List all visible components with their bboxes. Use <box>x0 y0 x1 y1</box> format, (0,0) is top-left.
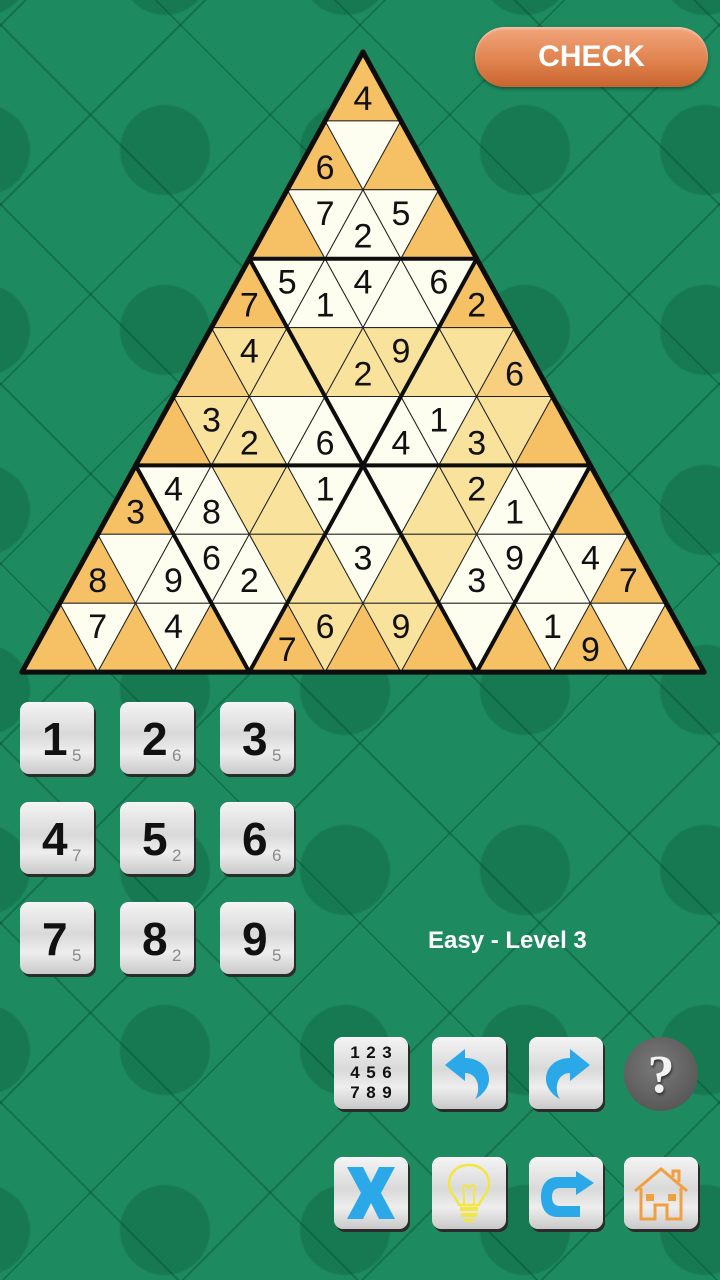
lightbulb-icon <box>447 1163 491 1222</box>
cell-digit: 4 <box>354 80 373 118</box>
number-digit: 3 <box>242 713 268 765</box>
help-button[interactable]: ? <box>624 1037 698 1111</box>
cell-digit: 7 <box>619 562 638 600</box>
cell-digit: 2 <box>240 562 259 600</box>
number-digit: 5 <box>142 813 168 865</box>
cell-digit: 2 <box>354 218 373 256</box>
remaining-count: 5 <box>272 946 282 965</box>
number-button-7[interactable]: 75 <box>20 902 94 974</box>
cell-digit: 2 <box>467 287 486 325</box>
number-button-1[interactable]: 15 <box>20 702 94 774</box>
notes-button[interactable]: 123 456 789 <box>334 1037 408 1109</box>
notes-grid-digit: 5 <box>366 1063 376 1082</box>
cell-digit: 7 <box>278 631 297 669</box>
cell-digit: 1 <box>429 401 448 439</box>
cell-digit: 1 <box>505 493 524 531</box>
notes-grid-digit: 7 <box>350 1083 360 1102</box>
redo-button[interactable] <box>529 1037 603 1109</box>
cell-digit: 1 <box>316 470 335 508</box>
number-button-3[interactable]: 35 <box>220 702 294 774</box>
home-button[interactable] <box>624 1157 698 1229</box>
remaining-count: 7 <box>72 846 82 865</box>
erase-button[interactable] <box>334 1157 408 1229</box>
puzzle-board: 467257514 62429632 6 4133481 218 962339 477 476… <box>19 49 707 675</box>
x-icon <box>347 1167 395 1219</box>
cell-digit: 6 <box>505 356 524 394</box>
undo-arrow-icon <box>445 1049 489 1099</box>
cell-digit: 3 <box>202 401 221 439</box>
cell-digit: 1 <box>543 608 562 646</box>
cell-digit: 4 <box>164 470 183 508</box>
remaining-count: 6 <box>272 846 282 865</box>
cell-digit: 6 <box>316 608 335 646</box>
number-digit: 1 <box>42 713 68 765</box>
cell-digit: 4 <box>240 333 259 371</box>
cell-digit: 4 <box>164 608 183 646</box>
number-digit: 8 <box>142 913 168 965</box>
cell-digit: 2 <box>467 470 486 508</box>
question-mark-icon: ? <box>647 1044 675 1104</box>
cell-digit: 4 <box>581 539 600 577</box>
cell-digit: 3 <box>354 539 373 577</box>
remaining-count: 5 <box>72 746 82 765</box>
home-icon <box>634 1167 688 1221</box>
cell-digit: 6 <box>429 264 448 302</box>
number-digit: 2 <box>142 713 168 765</box>
cell-digit: 5 <box>278 264 297 302</box>
cell-digit: 5 <box>391 195 410 233</box>
level-label: Easy - Level 3 <box>428 927 587 954</box>
remaining-count: 2 <box>172 946 182 965</box>
notes-grid-digit: 2 <box>366 1043 376 1062</box>
notes-grid-digit: 6 <box>382 1063 392 1082</box>
cell-digit: 8 <box>88 562 107 600</box>
remaining-count: 6 <box>172 746 182 765</box>
notes-grid-digit: 3 <box>382 1043 392 1062</box>
notes-grid-digit: 9 <box>382 1083 392 1102</box>
cell-digit: 7 <box>316 195 335 233</box>
number-digit: 4 <box>42 813 68 865</box>
cell-digit: 6 <box>316 424 335 462</box>
number-button-5[interactable]: 52 <box>120 802 194 874</box>
number-button-8[interactable]: 82 <box>120 902 194 974</box>
remaining-count: 5 <box>72 946 82 965</box>
remaining-count: 2 <box>172 846 182 865</box>
number-button-4[interactable]: 47 <box>20 802 94 874</box>
cell-digit: 9 <box>505 539 524 577</box>
notes-grid-digit: 4 <box>350 1063 360 1082</box>
cell-digit: 2 <box>240 424 259 462</box>
cell-digit: 7 <box>88 608 107 646</box>
check-button[interactable]: CHECK <box>475 27 708 87</box>
cell-digit: 4 <box>391 424 410 462</box>
cell-digit: 1 <box>316 287 335 325</box>
cell-digit: 9 <box>391 608 410 646</box>
number-grid-icon: 123 456 789 <box>347 1043 395 1103</box>
number-digit: 6 <box>242 813 268 865</box>
number-button-2[interactable]: 26 <box>120 702 194 774</box>
number-digit: 9 <box>242 913 268 965</box>
cell-digit: 2 <box>354 356 373 394</box>
cell-digit: 9 <box>581 631 600 669</box>
number-button-6[interactable]: 66 <box>220 802 294 874</box>
cell-digit: 8 <box>202 493 221 531</box>
cell-digit: 6 <box>316 149 335 187</box>
redo-arrow-icon <box>546 1049 590 1099</box>
number-digit: 7 <box>42 913 68 965</box>
notes-grid-digit: 8 <box>366 1083 376 1102</box>
undo-button[interactable] <box>432 1037 506 1109</box>
notes-grid-digit: 1 <box>350 1043 360 1062</box>
cell-digit: 3 <box>126 493 145 531</box>
cell-digit: 3 <box>467 562 486 600</box>
cell-digit: 4 <box>354 264 373 302</box>
remaining-count: 5 <box>272 746 282 765</box>
restart-arrow-icon <box>541 1171 594 1217</box>
cell-digit: 9 <box>391 333 410 371</box>
restart-button[interactable] <box>529 1157 603 1229</box>
cell-digit: 3 <box>467 424 486 462</box>
cell-digit: 6 <box>202 539 221 577</box>
cell-digit: 9 <box>164 562 183 600</box>
hint-button[interactable] <box>432 1157 506 1229</box>
number-button-9[interactable]: 95 <box>220 902 294 974</box>
cell-digit: 7 <box>240 287 259 325</box>
